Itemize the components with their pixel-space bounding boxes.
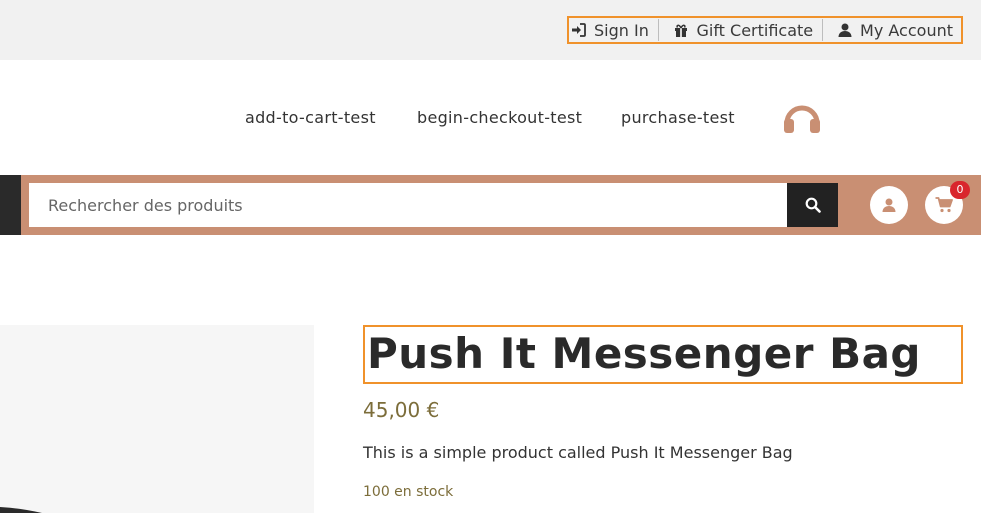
headphones-icon[interactable] <box>782 99 822 135</box>
user-icon <box>882 198 896 212</box>
nav-item-add-to-cart-test[interactable]: add-to-cart-test <box>245 108 376 127</box>
search-bar <box>0 175 981 235</box>
account-button[interactable] <box>870 186 908 224</box>
my-account-link[interactable]: My Account <box>822 19 961 41</box>
user-icon <box>838 23 852 37</box>
main-navigation: add-to-cart-test begin-checkout-test pur… <box>0 104 981 132</box>
gift-certificate-label: Gift Certificate <box>696 20 814 40</box>
menu-toggle[interactable] <box>0 175 21 235</box>
account-links: Sign In Gift Certificate My Account <box>567 16 963 44</box>
search-input[interactable] <box>29 183 787 227</box>
stock-status: 100 en stock <box>363 484 454 500</box>
cart-count-badge: 0 <box>950 181 970 199</box>
search-icon <box>805 197 821 213</box>
product-title: Push It Messenger Bag <box>367 329 921 378</box>
product-title-box: Push It Messenger Bag <box>363 325 963 384</box>
messenger-bag-image <box>0 507 42 513</box>
product-price: 45,00 € <box>363 398 440 422</box>
sign-in-icon <box>572 23 586 37</box>
search-button[interactable] <box>787 183 838 227</box>
nav-item-begin-checkout-test[interactable]: begin-checkout-test <box>417 108 582 127</box>
sign-in-label: Sign In <box>594 20 649 40</box>
gift-certificate-link[interactable]: Gift Certificate <box>658 19 822 41</box>
product-description: This is a simple product called Push It … <box>363 443 793 462</box>
top-utility-bar: Sign In Gift Certificate My Account <box>0 0 981 60</box>
my-account-label: My Account <box>860 20 953 40</box>
cart-icon <box>935 197 953 213</box>
nav-item-purchase-test[interactable]: purchase-test <box>621 108 735 127</box>
gift-icon <box>675 24 688 37</box>
product-image[interactable] <box>0 325 314 513</box>
sign-in-link[interactable]: Sign In <box>569 19 658 41</box>
